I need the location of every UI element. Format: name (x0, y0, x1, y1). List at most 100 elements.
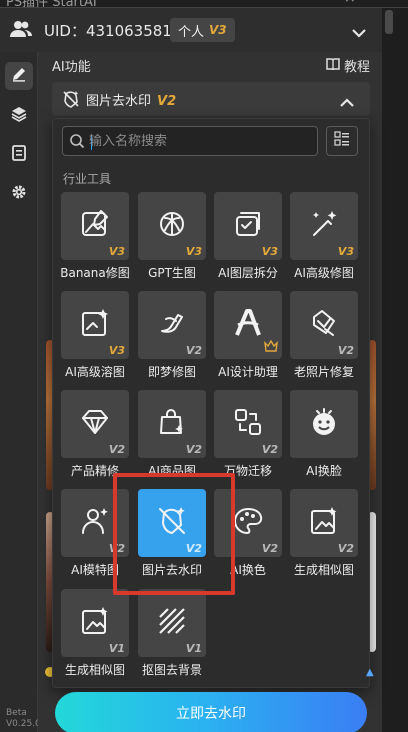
tutorial-link[interactable]: 教程 (326, 56, 370, 75)
tool-version-badge: V3 (108, 344, 125, 357)
similar-image-icon (79, 605, 111, 641)
tool-tile[interactable]: V1 (61, 589, 129, 657)
tool-version-badge: V2 (185, 443, 202, 456)
search-box[interactable] (62, 126, 318, 156)
image-edit-icon (79, 208, 111, 244)
document-icon (12, 145, 26, 165)
function-version: V2 (157, 94, 177, 109)
photo-repair-icon (308, 307, 340, 343)
tool-label[interactable]: 抠图去背景 (131, 661, 213, 678)
tool-tile[interactable]: V2 (290, 489, 358, 557)
tool-label[interactable]: AI高级修图 (283, 264, 365, 281)
model-person-icon (79, 505, 111, 541)
users-icon (10, 20, 32, 42)
book-icon (326, 57, 344, 74)
tool-version-badge: V2 (261, 542, 278, 555)
tool-label[interactable]: AI图层拆分 (207, 264, 289, 281)
image-sparkle-icon (79, 307, 111, 343)
sidebar-item-layers[interactable] (5, 102, 33, 130)
design-a-icon (232, 307, 264, 343)
scrollbar-thumb[interactable] (385, 10, 393, 34)
gpt-knot-icon (156, 208, 188, 244)
tool-tile[interactable]: V1 (138, 589, 206, 657)
user-id: UID：4310635814 (44, 22, 182, 40)
face-swap-icon (308, 406, 340, 442)
tool-version-badge: V1 (108, 642, 125, 655)
sidebar-item-document[interactable] (5, 141, 33, 169)
selection-highlight-box (113, 473, 235, 595)
tool-tile[interactable]: V2 (61, 390, 129, 458)
function-name-text: 图片去水印 (86, 94, 152, 109)
tool-label[interactable]: 生成相似图 (54, 661, 136, 678)
tool-version-badge: V1 (185, 642, 202, 655)
tool-tile[interactable]: V2 (138, 390, 206, 458)
tool-tile[interactable] (290, 390, 358, 458)
tool-tile[interactable]: V3 (61, 192, 129, 260)
arrow-up-icon: ▲ (366, 667, 374, 678)
tool-label[interactable]: AI高级溶图 (54, 363, 136, 380)
plan-label: 个人 (178, 24, 205, 40)
layers-split-icon (232, 208, 264, 244)
palette-icon (232, 505, 264, 541)
remove-watermark-button[interactable]: 立即去水印 (55, 692, 367, 732)
scrollbar[interactable] (382, 8, 408, 732)
dream-brush-icon (156, 307, 188, 343)
version-info: Beta V0.25.0 (6, 708, 41, 730)
category-heading: 行业工具 (63, 172, 112, 186)
tool-version-badge: V3 (337, 245, 354, 258)
tool-label[interactable]: AI换脸 (283, 462, 365, 479)
tool-label[interactable]: 老照片修复 (283, 363, 365, 380)
chevron-up-icon[interactable] (340, 93, 354, 112)
tool-version-badge: V3 (185, 245, 202, 258)
account-header: UID：4310635814 个人 V3 (0, 8, 382, 52)
transfer-icon (232, 406, 264, 442)
list-view-icon (334, 131, 350, 151)
tool-version-badge: V3 (108, 245, 125, 258)
cutout-icon (156, 605, 188, 641)
watermark-remove-icon (62, 90, 80, 112)
tool-version-badge: V2 (261, 443, 278, 456)
chevron-down-icon[interactable] (352, 23, 366, 42)
tool-label[interactable]: 生成相似图 (283, 561, 365, 578)
tool-label[interactable]: GPT生图 (131, 264, 213, 281)
function-selector[interactable]: 图片去水印 V2 (52, 82, 370, 116)
crown-icon (264, 337, 278, 356)
tool-tile[interactable]: V3 (290, 192, 358, 260)
tool-tile[interactable]: V2 (214, 390, 282, 458)
minimize-button[interactable]: — (288, 0, 301, 6)
tool-label[interactable]: 即梦修图 (131, 363, 213, 380)
gear-icon (11, 184, 27, 204)
sidebar-item-edit[interactable] (5, 62, 33, 90)
shopping-bag-icon (156, 406, 188, 442)
tool-tile[interactable]: V3 (214, 192, 282, 260)
magic-wand-icon (308, 208, 340, 244)
tool-tile[interactable] (214, 291, 282, 359)
tool-version-badge: V2 (337, 344, 354, 357)
plan-version: V3 (209, 23, 227, 37)
tool-tile[interactable]: V2 (138, 291, 206, 359)
section-title: AI功能 (52, 60, 91, 75)
diamond-icon (79, 406, 111, 442)
tool-label[interactable]: AI设计助理 (207, 363, 289, 380)
tool-version-badge: V2 (185, 344, 202, 357)
tool-version-badge: V2 (108, 443, 125, 456)
tool-tile[interactable]: V3 (61, 291, 129, 359)
pencil-icon (11, 66, 27, 86)
tool-version-badge: V3 (261, 245, 278, 258)
function-name: 图片去水印 V2 (86, 90, 176, 109)
tool-version-badge: V2 (337, 542, 354, 555)
plan-badge[interactable]: 个人 V3 (170, 18, 235, 42)
search-input[interactable] (89, 131, 309, 151)
search-icon (69, 133, 85, 153)
beta-label: Beta (6, 708, 27, 718)
tool-tile[interactable]: V3 (138, 192, 206, 260)
window-titlebar: PS插件 StartAI — × (0, 0, 408, 8)
window-title: PS插件 StartAI (6, 0, 97, 8)
tool-label[interactable]: Banana修图 (54, 264, 136, 281)
close-button[interactable]: × (344, 0, 356, 6)
view-toggle-button[interactable] (326, 126, 358, 156)
tool-tile[interactable]: V2 (290, 291, 358, 359)
sidebar-item-settings[interactable] (5, 180, 33, 208)
similar-image-icon (308, 505, 340, 541)
version-label: V0.25.0 (6, 719, 41, 729)
